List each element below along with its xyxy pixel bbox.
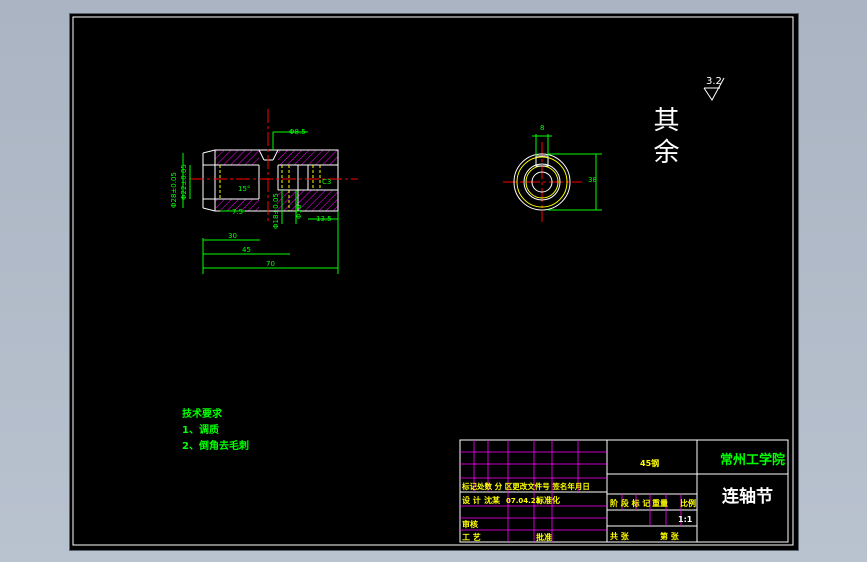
tech-title: 技术要求 [182, 407, 223, 420]
roughness-note: 其余 3.2 [649, 76, 725, 170]
tb-process: 工 艺 [462, 532, 481, 542]
dim-top-diameter: Φ8.5 [289, 128, 306, 136]
tb-row-headers: 标记处数 分 区更改文件号 签名年月日 [461, 481, 590, 491]
dim-key-width: 8 [540, 124, 544, 132]
hatch-top-right [278, 150, 338, 165]
tech-item-1: 1、调质 [182, 423, 219, 436]
dim-chamfer: C3 [322, 178, 331, 186]
tb-standardize: 标准化 [535, 495, 560, 505]
title-block: 45钢 标记处数 分 区更改文件号 签名年月日 设 计 沈某 07.04.23 … [459, 439, 789, 543]
tb-scale: 1:1 [678, 515, 693, 524]
drawing-sheet: Φ8.5 Φ28±0.05 Φ22±0.05 Φ18±0.05 Φ18 C3 7… [70, 14, 798, 550]
front-section-view: Φ8.5 Φ28±0.05 Φ22±0.05 Φ18±0.05 Φ18 C3 7… [170, 109, 358, 274]
tb-scale-label: 比例 [680, 498, 696, 508]
side-view: 8 38 [503, 124, 602, 222]
tb-school: 常州工学院 [720, 452, 785, 468]
dim-len-45: 45 [242, 246, 251, 254]
dim-left-inner: Φ22±0.05 [180, 164, 188, 200]
drawing-frame [72, 16, 794, 546]
dim-groove: 7.5 [232, 208, 243, 216]
tb-sheet-no: 第 张 [660, 531, 680, 541]
drawing-canvas: Φ8.5 Φ28±0.05 Φ22±0.05 Φ18±0.05 Φ18 C3 7… [72, 16, 794, 546]
dim-left-outer: Φ28±0.05 [170, 172, 178, 208]
tech-requirements: 技术要求 1、调质 2、倒角去毛刺 [182, 407, 249, 452]
title-block-grid [460, 440, 682, 542]
dim-step: 13.5 [316, 215, 332, 223]
tb-part-name: 连轴节 [722, 486, 773, 507]
hatch-top-left [215, 150, 259, 165]
dim-bore-a: Φ18±0.05 [272, 193, 280, 229]
tech-item-2: 2、倒角去毛刺 [182, 439, 249, 452]
hatch-bottom-right [278, 190, 338, 211]
tb-review: 审核 [462, 519, 478, 529]
dim-len-70: 70 [266, 260, 275, 268]
dim-angle: 15° [238, 185, 250, 193]
tb-weight: 重量 [652, 498, 668, 508]
roughness-label: 其余 [649, 106, 679, 170]
tb-designer: 沈某 [484, 495, 501, 505]
dim-bore-b: Φ18 [295, 205, 303, 219]
tb-stage-marks: 阶 段 标 记 [610, 498, 650, 508]
tb-material: 45钢 [640, 458, 659, 468]
tb-approve: 批准 [536, 532, 552, 542]
tb-design-label: 设 计 [462, 495, 481, 505]
dim-side-diameter: 38 [588, 176, 597, 184]
tb-sheets-total: 共 张 [610, 531, 630, 541]
dim-len-30: 30 [228, 232, 237, 240]
